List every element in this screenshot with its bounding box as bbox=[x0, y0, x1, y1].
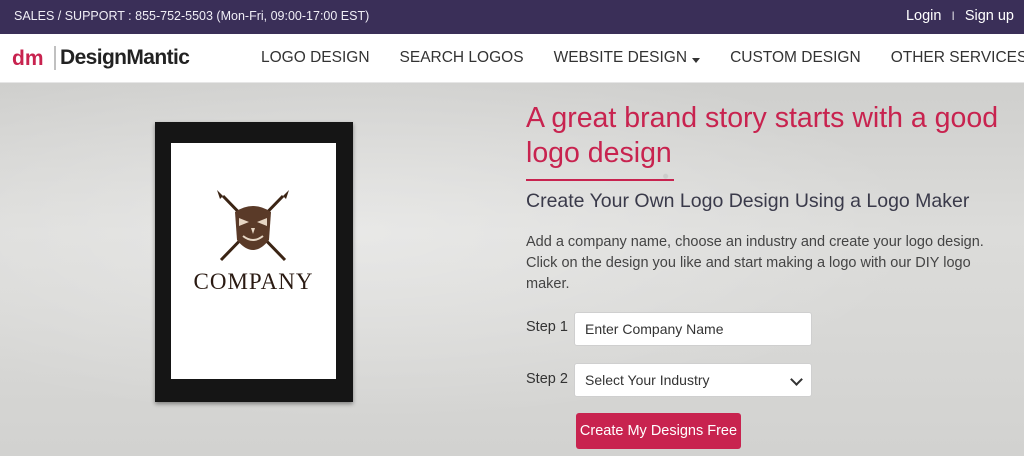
create-designs-button[interactable]: Create My Designs Free bbox=[576, 413, 741, 449]
brand-logo[interactable]: dm DesignMantic bbox=[12, 44, 190, 72]
nav-logo-design[interactable]: LOGO DESIGN bbox=[261, 49, 370, 67]
nav-website-design[interactable]: WEBSITE DESIGN bbox=[554, 49, 701, 67]
hero-headline: A great brand story starts with a good l… bbox=[526, 102, 999, 169]
step1-label: Step 1 bbox=[526, 319, 568, 335]
auth-separator: I bbox=[951, 9, 955, 23]
hero-section: COMPANY A great brand story starts with … bbox=[0, 83, 1024, 456]
nav-item-label: CUSTOM DESIGN bbox=[730, 49, 861, 66]
signup-link[interactable]: Sign up bbox=[965, 8, 1014, 24]
nav-item-label: OTHER SERVICES bbox=[890, 49, 1024, 66]
step2-label: Step 2 bbox=[526, 371, 568, 387]
headline-underline bbox=[526, 179, 674, 181]
nav-search-logos[interactable]: SEARCH LOGOS bbox=[400, 49, 524, 67]
hero-subheadline: Create Your Own Logo Design Using a Logo… bbox=[526, 190, 970, 212]
logo-preview-company-name: COMPANY bbox=[193, 269, 314, 294]
svg-text:dm: dm bbox=[12, 47, 44, 70]
main-navbar: dm DesignMantic LOGO DESIGN SEARCH LOGOS… bbox=[0, 34, 1024, 83]
login-link[interactable]: Login bbox=[906, 8, 941, 24]
logo-preview-frame: COMPANY bbox=[155, 122, 353, 402]
company-name-input[interactable]: Enter Company Name bbox=[574, 312, 812, 346]
brand-wordmark: DesignMantic bbox=[60, 46, 190, 69]
nav-other-services[interactable]: OTHER SERVICES bbox=[891, 49, 1024, 67]
industry-select[interactable]: Select Your Industry bbox=[574, 363, 812, 397]
auth-links: Login I Sign up bbox=[906, 8, 1014, 24]
nav-item-label: LOGO DESIGN bbox=[261, 49, 370, 66]
logo-divider bbox=[54, 46, 56, 70]
top-bar: SALES / SUPPORT : 855-752-5503 (Mon-Fri,… bbox=[0, 0, 1024, 34]
nav-item-label: SEARCH LOGOS bbox=[399, 49, 524, 66]
chevron-down-icon bbox=[790, 373, 803, 386]
support-contact-text: SALES / SUPPORT : 855-752-5503 (Mon-Fri,… bbox=[14, 9, 370, 23]
brand-logo-icon: dm bbox=[12, 47, 44, 70]
nav-item-label: WEBSITE DESIGN bbox=[553, 49, 688, 66]
caret-down-icon bbox=[692, 57, 701, 63]
nav-custom-design[interactable]: CUSTOM DESIGN bbox=[730, 49, 861, 67]
primary-menu: LOGO DESIGN SEARCH LOGOS WEBSITE DESIGN … bbox=[246, 34, 1024, 82]
warrior-mask-icon bbox=[217, 190, 289, 262]
hero-description: Add a company name, choose an industry a… bbox=[526, 234, 984, 292]
create-designs-label: Create My Designs Free bbox=[579, 423, 738, 439]
industry-selected-value: Select Your Industry bbox=[585, 372, 710, 388]
logo-preview-paper: COMPANY bbox=[171, 143, 336, 379]
company-name-placeholder: Enter Company Name bbox=[585, 321, 724, 337]
